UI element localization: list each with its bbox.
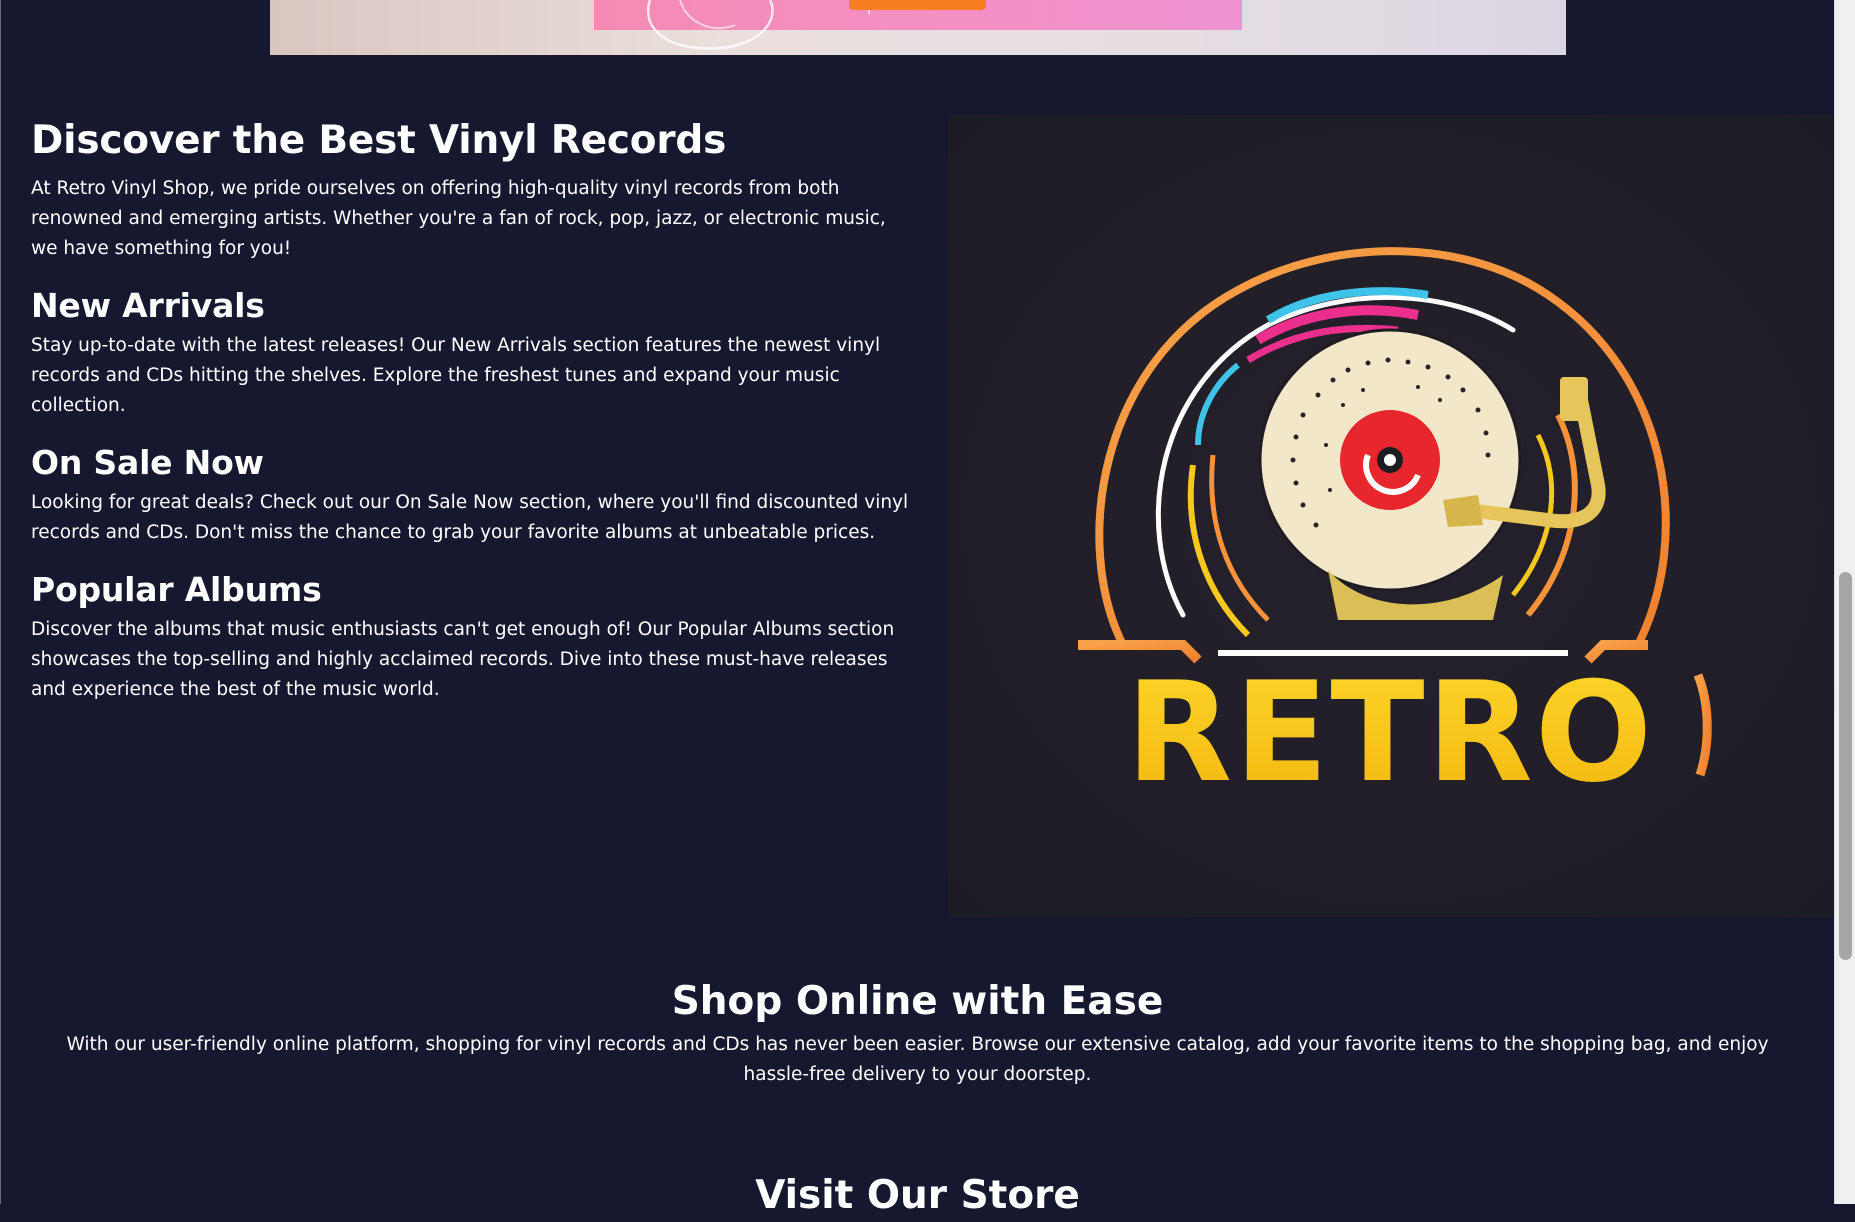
- scrollbar-thumb[interactable]: [1839, 572, 1852, 960]
- shop-online-title: Shop Online with Ease: [671, 979, 1164, 1024]
- on-sale-title: On Sale Now: [31, 443, 264, 482]
- hero-banner: [270, 0, 1566, 55]
- popular-albums-title: Popular Albums: [31, 570, 322, 609]
- new-arrivals-title: New Arrivals: [31, 286, 265, 325]
- intro-section: Discover the Best Vinyl Records At Retro…: [31, 116, 911, 705]
- shop-online-section: Shop Online with Ease With our user-frie…: [60, 976, 1775, 1090]
- hero-decoration: [646, 0, 870, 50]
- visit-store-title: Visit Our Store: [755, 1173, 1080, 1218]
- page-scrollbar[interactable]: [1834, 0, 1855, 1204]
- visit-store-section: Visit Our Store: [60, 1170, 1775, 1222]
- on-sale-text: Looking for great deals? Check out our O…: [31, 492, 909, 543]
- hero-cta-button[interactable]: [849, 0, 986, 10]
- page-border: [0, 0, 1, 1204]
- new-arrivals-text: Stay up-to-date with the latest releases…: [31, 335, 881, 416]
- retro-logo-image: RETRO: [948, 115, 1833, 917]
- popular-albums-text: Discover the albums that music enthusias…: [31, 619, 895, 700]
- retro-logo-graphic: RETRO: [1071, 247, 1712, 813]
- intro-text: At Retro Vinyl Shop, we pride ourselves …: [31, 178, 886, 259]
- shop-online-text: With our user-friendly online platform, …: [66, 1034, 1769, 1085]
- retro-wordmark: RETRO: [1126, 652, 1654, 813]
- intro-title: Discover the Best Vinyl Records: [31, 118, 727, 163]
